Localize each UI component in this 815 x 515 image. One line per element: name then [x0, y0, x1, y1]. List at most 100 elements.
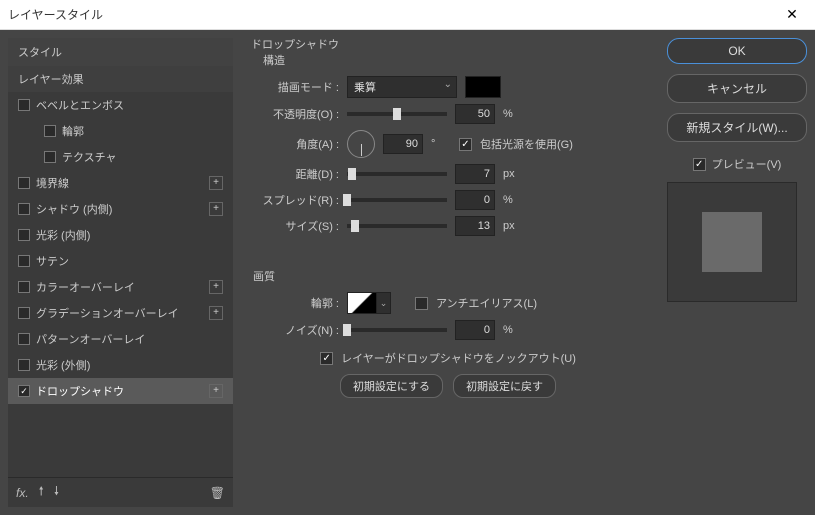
sidebar-item-checkbox[interactable]	[18, 99, 30, 111]
preview-swatch	[702, 212, 762, 272]
sidebar-item[interactable]: 輪郭	[8, 118, 233, 144]
angle-unit: °	[431, 138, 451, 150]
plus-icon[interactable]: +	[209, 202, 223, 216]
sidebar-item[interactable]: サテン	[8, 248, 233, 274]
opacity-slider[interactable]	[347, 112, 447, 116]
opacity-input[interactable]	[455, 104, 495, 124]
antialias-checkbox[interactable]	[415, 297, 428, 310]
sidebar-item[interactable]: 光彩 (内側)	[8, 222, 233, 248]
sidebar-item-label: 輪郭	[62, 123, 223, 139]
sidebar-item-checkbox[interactable]	[18, 203, 30, 215]
angle-dial[interactable]	[347, 130, 375, 158]
sidebar-footer: fx. 🠕 🠗 🗑	[8, 477, 233, 507]
shadow-color-swatch[interactable]	[465, 76, 501, 98]
sidebar-item-label: カラーオーバーレイ	[36, 279, 203, 295]
contour-dropdown-icon[interactable]: ⌄	[377, 292, 391, 314]
right-column: OK キャンセル 新規スタイル(W)... プレビュー(V)	[667, 38, 807, 507]
sidebar-item-checkbox[interactable]	[18, 229, 30, 241]
angle-label: 角度(A) :	[249, 136, 339, 152]
global-light-label: 包括光源を使用(G)	[480, 136, 573, 152]
noise-slider[interactable]	[347, 328, 447, 332]
sidebar-item-label: グラデーションオーバーレイ	[36, 305, 203, 321]
opacity-unit: %	[503, 108, 523, 120]
sidebar-item[interactable]: ドロップシャドウ +	[8, 378, 233, 404]
sidebar-item-label: 光彩 (内側)	[36, 227, 223, 243]
plus-icon[interactable]: +	[209, 306, 223, 320]
sidebar-item-label: ドロップシャドウ	[36, 383, 203, 399]
plus-icon[interactable]: +	[209, 176, 223, 190]
sidebar-item[interactable]: レイヤー効果	[8, 66, 233, 92]
distance-label: 距離(D) :	[249, 166, 339, 182]
sidebar-item-label: サテン	[36, 253, 223, 269]
angle-input[interactable]	[383, 134, 423, 154]
spread-slider[interactable]	[347, 198, 447, 202]
fx-icon[interactable]: fx.	[16, 486, 29, 500]
sidebar-item-checkbox[interactable]	[18, 359, 30, 371]
quality-label: 画質	[253, 268, 647, 284]
blend-mode-select[interactable]: 乗算	[347, 76, 457, 98]
size-unit: px	[503, 220, 523, 232]
sidebar-item-checkbox[interactable]	[44, 125, 56, 137]
sidebar-item-checkbox[interactable]	[18, 281, 30, 293]
preview-checkbox[interactable]	[693, 158, 706, 171]
sidebar-item[interactable]: シャドウ (内側) +	[8, 196, 233, 222]
sidebar-item-checkbox[interactable]	[44, 151, 56, 163]
sidebar-item-checkbox[interactable]	[18, 177, 30, 189]
spread-unit: %	[503, 194, 523, 206]
sidebar-item-label: 境界線	[36, 175, 203, 191]
make-default-button[interactable]: 初期設定にする	[340, 374, 443, 398]
titlebar: レイヤースタイル ✕	[0, 0, 815, 30]
sidebar-item-checkbox[interactable]	[18, 385, 30, 397]
sidebar-item[interactable]: 境界線 +	[8, 170, 233, 196]
size-input[interactable]	[455, 216, 495, 236]
sidebar-item[interactable]: パターンオーバーレイ	[8, 326, 233, 352]
new-style-button[interactable]: 新規スタイル(W)...	[667, 113, 807, 142]
noise-unit: %	[503, 324, 523, 336]
down-arrow-icon[interactable]: 🠗	[54, 482, 59, 503]
sidebar-item[interactable]: カラーオーバーレイ +	[8, 274, 233, 300]
panel-title: ドロップシャドウ	[251, 36, 339, 52]
sidebar-item-label: レイヤー効果	[18, 71, 223, 87]
reset-default-button[interactable]: 初期設定に戻す	[453, 374, 556, 398]
sidebar-item-label: パターンオーバーレイ	[36, 331, 223, 347]
noise-input[interactable]	[455, 320, 495, 340]
distance-unit: px	[503, 168, 523, 180]
noise-label: ノイズ(N) :	[249, 322, 339, 338]
blend-mode-value: 乗算	[354, 79, 376, 95]
distance-slider[interactable]	[347, 172, 447, 176]
settings-panel: ドロップシャドウ 構造 描画モード : 乗算 不透明度(O) : %	[241, 38, 655, 507]
trash-icon[interactable]: 🗑	[210, 486, 225, 500]
sidebar-header[interactable]: スタイル	[8, 38, 233, 66]
sidebar-item[interactable]: グラデーションオーバーレイ +	[8, 300, 233, 326]
contour-label: 輪郭 :	[249, 295, 339, 311]
sidebar-item-label: 光彩 (外側)	[36, 357, 223, 373]
sidebar-item-checkbox[interactable]	[18, 307, 30, 319]
close-icon[interactable]: ✕	[777, 6, 807, 23]
structure-label: 構造	[263, 52, 647, 68]
spread-label: スプレッド(R) :	[249, 192, 339, 208]
plus-icon[interactable]: +	[209, 384, 223, 398]
preview-box	[667, 182, 797, 302]
preview-label: プレビュー(V)	[712, 156, 782, 172]
opacity-label: 不透明度(O) :	[249, 106, 339, 122]
sidebar-item-label: ベベルとエンボス	[36, 97, 223, 113]
sidebar-item-checkbox[interactable]	[18, 255, 30, 267]
knockout-label: レイヤーがドロップシャドウをノックアウト(U)	[341, 350, 576, 366]
up-arrow-icon[interactable]: 🠕	[39, 482, 44, 503]
size-slider[interactable]	[347, 224, 447, 228]
distance-input[interactable]	[455, 164, 495, 184]
window-title: レイヤースタイル	[8, 6, 777, 23]
sidebar-item[interactable]: テクスチャ	[8, 144, 233, 170]
knockout-checkbox[interactable]	[320, 352, 333, 365]
plus-icon[interactable]: +	[209, 280, 223, 294]
global-light-checkbox[interactable]	[459, 138, 472, 151]
cancel-button[interactable]: キャンセル	[667, 74, 807, 103]
sidebar-item-checkbox[interactable]	[18, 333, 30, 345]
sidebar-item[interactable]: ベベルとエンボス	[8, 92, 233, 118]
blend-mode-label: 描画モード :	[249, 79, 339, 95]
sidebar-item-label: シャドウ (内側)	[36, 201, 203, 217]
sidebar-item[interactable]: 光彩 (外側)	[8, 352, 233, 378]
contour-picker[interactable]	[347, 292, 377, 314]
ok-button[interactable]: OK	[667, 38, 807, 64]
spread-input[interactable]	[455, 190, 495, 210]
